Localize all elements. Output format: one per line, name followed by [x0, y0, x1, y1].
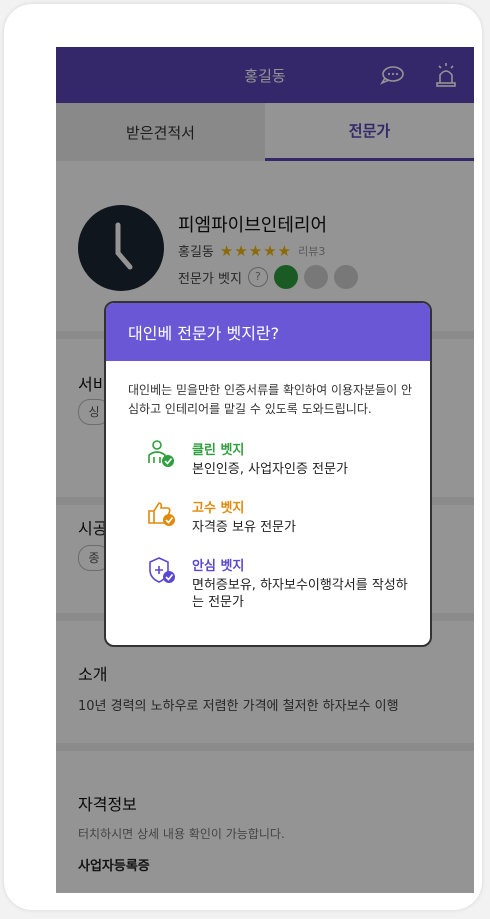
clean-badge-name: 클린 벳지: [192, 443, 245, 458]
badge-info-modal: 대인베 전문가 벳지란? 대인베는 믿을만한 인증서류를 확인하여 이용자분들이…: [104, 301, 432, 647]
safe-badge-desc: 면허증보유, 하자보수이행각서를 작성하는 전문가: [192, 578, 408, 610]
modal-description: 대인베는 믿을만한 인증서류를 확인하여 이용자분들이 안심하고 인테리어를 맡…: [128, 383, 413, 416]
badge-item-safe: 안심 벳지 면허증보유, 하자보수이행각서를 작성하는 전문가: [146, 555, 412, 611]
clean-badge-icon: [148, 440, 174, 467]
clean-badge-desc: 본인인증, 사업자인증 전문가: [192, 462, 348, 477]
badge-item-clean: 클린 벳지 본인인증, 사업자인증 전문가: [146, 439, 348, 478]
badge-item-master: 고수 벳지 자격증 보유 전문가: [146, 497, 296, 536]
thumbs-up-icon: [148, 502, 175, 526]
device-frame: 홍길동 받은견적서 전문가 피엠파이브인테리어 홍길동 ★★★★★ 리뷰3 전문…: [4, 4, 482, 910]
master-badge-desc: 자격증 보유 전문가: [192, 520, 296, 535]
shield-plus-icon: [149, 557, 175, 583]
modal-title: 대인베 전문가 벳지란?: [106, 303, 430, 361]
safe-badge-name: 안심 벳지: [192, 559, 245, 574]
app-screen: 홍길동 받은견적서 전문가 피엠파이브인테리어 홍길동 ★★★★★ 리뷰3 전문…: [56, 47, 474, 893]
master-badge-name: 고수 벳지: [192, 501, 245, 516]
